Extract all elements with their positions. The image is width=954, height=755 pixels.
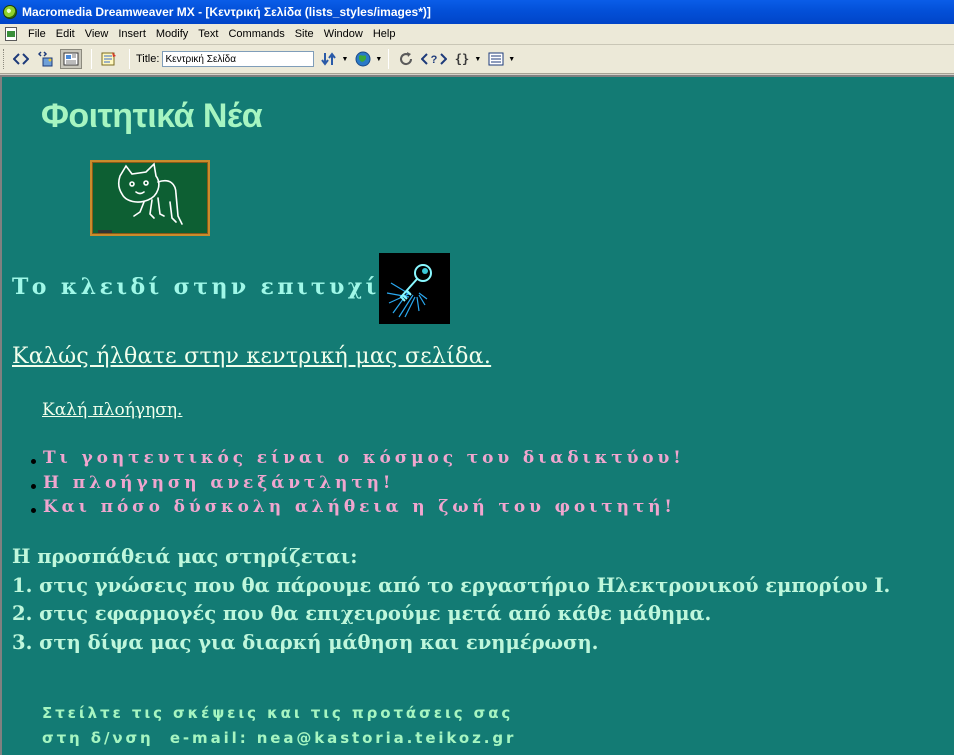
chalk-eraser (98, 230, 112, 233)
menu-text[interactable]: Text (193, 24, 223, 44)
menu-site[interactable]: Site (290, 24, 319, 44)
menu-help[interactable]: Help (368, 24, 401, 44)
contact-line: Στείλτε τις σκέψεις και τις προτάσεις σα… (42, 704, 514, 722)
contact-section: Στείλτε τις σκέψεις και τις προτάσεις σα… (42, 701, 516, 751)
live-data-icon[interactable] (98, 49, 120, 69)
split-view-icon[interactable] (35, 49, 57, 69)
page-heading: Φοιτητικά Νέα (41, 97, 263, 135)
code-view-icon[interactable] (10, 49, 32, 69)
chevron-down-icon[interactable]: ▼ (341, 56, 348, 63)
menu-window[interactable]: Window (319, 24, 368, 44)
effort-item: 2. στις εφαρμογές που θα επιχειρούμε μετ… (12, 602, 712, 625)
toolbar-separator (388, 49, 390, 69)
window-title: Macromedia Dreamweaver MX - [Κεντρική Σε… (22, 5, 431, 19)
refresh-icon[interactable] (395, 49, 417, 69)
toolbar-grip[interactable] (3, 49, 6, 69)
list-item: Η πλοήγηση ανεξάντλητη! (30, 471, 685, 496)
title-input[interactable] (162, 51, 315, 67)
contact-email-line: στη δ/νση e-mail: nea@kastoria.teikoz.gr (42, 729, 517, 747)
chalk-cat-drawing (117, 162, 183, 225)
document-icon[interactable] (5, 27, 17, 41)
window-titlebar: Macromedia Dreamweaver MX - [Κεντρική Σε… (0, 0, 954, 24)
svg-text:{}: {} (455, 52, 469, 66)
list-item: Τι γοητευτικός είναι ο κόσμος του διαδικ… (30, 446, 685, 471)
chevron-down-icon[interactable]: ▼ (375, 56, 382, 63)
reference-icon[interactable]: ? (420, 49, 448, 69)
chevron-down-icon[interactable]: ▼ (508, 56, 515, 63)
effort-section: Η προσπάθειά μας στηρίζεται: 1. στις γνώ… (12, 543, 890, 657)
menu-modify[interactable]: Modify (151, 24, 193, 44)
toolbar-separator (129, 49, 130, 69)
document-toolbar: Title: ▼ ▼ ? {} ▼ ▼ (0, 45, 954, 74)
key-heading: Το κλειδί στην επιτυχία! (12, 274, 414, 300)
file-management-icon[interactable] (318, 49, 340, 69)
design-view-canvas[interactable]: Φοιτητικά Νέα Το κλειδί στην επιτυχία! Κ… (0, 75, 954, 755)
effort-item: 1. στις γνώσεις που θα πάρουμε από το ερ… (12, 573, 891, 597)
effort-heading: Η προσπάθειά μας στηρίζεται: (12, 545, 358, 568)
title-label: Title: (136, 53, 160, 65)
menu-insert[interactable]: Insert (113, 24, 151, 44)
menu-view[interactable]: View (80, 24, 114, 44)
effort-item: 3. στη δίψα μας για διαρκή μάθηση και εν… (12, 630, 599, 654)
menu-edit[interactable]: Edit (51, 24, 80, 44)
bullet-list: Τι γοητευτικός είναι ο κόσμος του διαδικ… (30, 446, 685, 520)
code-navigation-icon[interactable]: {} (451, 49, 473, 69)
view-options-icon[interactable] (485, 49, 507, 69)
menu-bar: File Edit View Insert Modify Text Comman… (0, 24, 954, 45)
design-view-icon[interactable] (60, 49, 82, 69)
chalkboard-cat-image[interactable] (90, 160, 210, 236)
menu-file[interactable]: File (23, 24, 51, 44)
glowing-key-icon (386, 264, 432, 318)
preview-globe-icon[interactable] (352, 49, 374, 69)
toolbar-separator (91, 49, 92, 69)
list-item: Και πόσο δύσκολη αλήθεια η ζωή του φοιτη… (30, 495, 685, 520)
svg-text:?: ? (431, 54, 438, 66)
dreamweaver-app-icon[interactable] (3, 5, 17, 19)
welcome-link[interactable]: Καλώς ήλθατε στην κεντρική μας σελίδα. (12, 344, 491, 369)
chevron-down-icon[interactable]: ▼ (474, 56, 481, 63)
menu-commands[interactable]: Commands (223, 24, 289, 44)
browse-link[interactable]: Καλή πλοήγηση. (42, 400, 182, 420)
key-image[interactable] (379, 253, 450, 324)
